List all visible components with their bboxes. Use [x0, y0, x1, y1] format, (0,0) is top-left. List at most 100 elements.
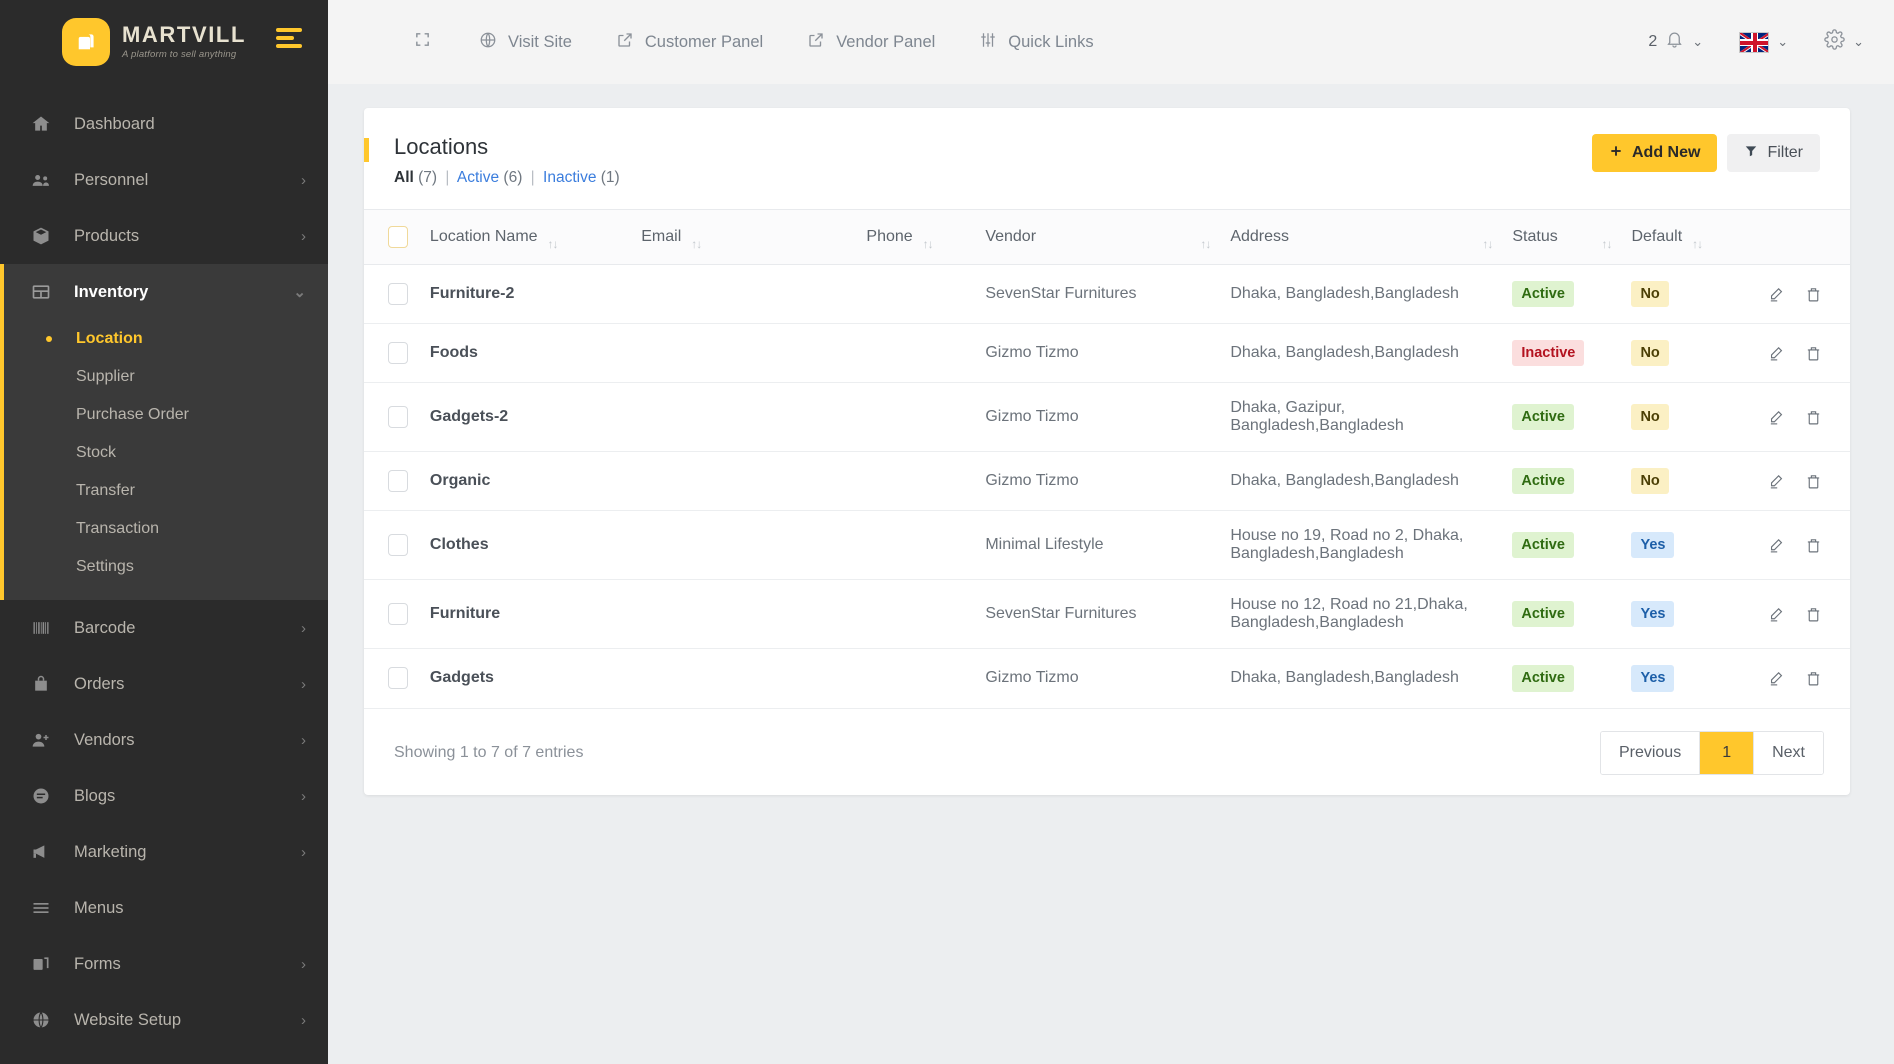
sidebar-item-settings[interactable]: Settings	[4, 548, 328, 586]
pencil-icon[interactable]	[1768, 345, 1785, 362]
sidebar-item-transaction[interactable]: Transaction	[4, 510, 328, 548]
th-phone[interactable]: Phone ↑↓	[856, 210, 975, 265]
trash-icon[interactable]	[1805, 606, 1822, 623]
sort-updown-icon[interactable]: ↑↓	[1200, 238, 1210, 250]
table-row[interactable]: Furniture-2 SevenStar Furnitures Dhaka, …	[364, 265, 1850, 324]
add-new-button[interactable]: Add New	[1592, 134, 1717, 172]
topbar-link-vendor-panel[interactable]: Vendor Panel	[807, 31, 935, 54]
sort-updown-icon[interactable]: ↑↓	[923, 238, 933, 250]
settings-menu[interactable]: ⌄	[1824, 29, 1864, 55]
sidebar-item-menus[interactable]: Menus	[0, 880, 328, 936]
trash-icon[interactable]	[1805, 473, 1822, 490]
sidebar-item-blogs[interactable]: Blogs ›	[0, 768, 328, 824]
cell-actions	[1741, 511, 1851, 580]
row-select-cell	[364, 265, 420, 324]
sidebar-subitem-label: Transfer	[76, 482, 135, 500]
sidebar-collapse-icon[interactable]	[276, 28, 302, 48]
sidebar-item-dashboard[interactable]: Dashboard	[0, 96, 328, 152]
row-checkbox[interactable]	[388, 342, 408, 364]
topbar-link-visit-site[interactable]: Visit Site	[479, 31, 572, 54]
sidebar-item-location[interactable]: Location	[4, 320, 328, 358]
filter-button[interactable]: Filter	[1727, 134, 1820, 172]
sidebar-subitem-label: Settings	[76, 558, 134, 576]
sort-updown-icon[interactable]: ↑↓	[1692, 238, 1702, 250]
row-checkbox[interactable]	[388, 603, 408, 625]
fullscreen-toggle[interactable]	[414, 31, 431, 53]
filter-active[interactable]: Active	[457, 169, 499, 186]
trash-icon[interactable]	[1805, 286, 1822, 303]
th-email[interactable]: Email ↑↓	[631, 210, 856, 265]
pencil-icon[interactable]	[1768, 606, 1785, 623]
row-checkbox[interactable]	[388, 283, 408, 305]
sidebar-item-inventory[interactable]: Inventory ⌄	[4, 264, 328, 320]
sidebar-item-forms[interactable]: Forms ›	[0, 936, 328, 992]
notifications-button[interactable]: 2 ⌄	[1648, 30, 1703, 54]
sidebar-item-orders[interactable]: Orders ›	[0, 656, 328, 712]
trash-icon[interactable]	[1805, 345, 1822, 362]
sort-updown-icon[interactable]: ↑↓	[548, 238, 558, 250]
table-row[interactable]: Gadgets-2 Gizmo Tizmo Dhaka, Gazipur, Ba…	[364, 383, 1850, 452]
th-address[interactable]: Address ↑↓	[1220, 210, 1502, 265]
pencil-icon[interactable]	[1768, 670, 1785, 687]
globe-icon	[479, 31, 497, 54]
th-label: Email	[641, 228, 681, 246]
cell-vendor: Gizmo Tizmo	[975, 649, 1220, 708]
sidebar-item-website-setup[interactable]: Website Setup ›	[0, 992, 328, 1048]
cell-address: Dhaka, Gazipur, Bangladesh,Bangladesh	[1220, 383, 1502, 452]
cell-actions	[1741, 580, 1851, 649]
cell-vendor: Minimal Lifestyle	[975, 511, 1220, 580]
row-checkbox[interactable]	[388, 470, 408, 492]
filter-inactive[interactable]: Inactive	[543, 169, 596, 186]
pencil-icon[interactable]	[1768, 409, 1785, 426]
select-all-checkbox[interactable]	[388, 226, 408, 248]
trash-icon[interactable]	[1805, 409, 1822, 426]
sidebar-item-stock[interactable]: Stock	[4, 434, 328, 472]
sort-updown-icon[interactable]: ↑↓	[1482, 238, 1492, 250]
table-row[interactable]: Clothes Minimal Lifestyle House no 19, R…	[364, 511, 1850, 580]
blog-icon	[28, 786, 54, 806]
pencil-icon[interactable]	[1768, 473, 1785, 490]
th-location-name[interactable]: Location Name ↑↓	[420, 210, 631, 265]
table-row[interactable]: Organic Gizmo Tizmo Dhaka, Bangladesh,Ba…	[364, 452, 1850, 511]
sidebar-item-transfer[interactable]: Transfer	[4, 472, 328, 510]
sidebar-item-marketing[interactable]: Marketing ›	[0, 824, 328, 880]
th-status[interactable]: Status ↑↓	[1502, 210, 1621, 265]
cell-default: Yes	[1621, 511, 1740, 580]
sidebar: MARTVILL A platform to sell anything Das…	[0, 0, 328, 1064]
row-checkbox[interactable]	[388, 534, 408, 556]
sidebar-item-purchase-order[interactable]: Purchase Order	[4, 396, 328, 434]
cell-email	[631, 580, 856, 649]
table-row[interactable]: Furniture SevenStar Furnitures House no …	[364, 580, 1850, 649]
cell-email	[631, 383, 856, 452]
sidebar-item-products[interactable]: Products ›	[0, 208, 328, 264]
sort-updown-icon[interactable]: ↑↓	[691, 238, 701, 250]
row-checkbox[interactable]	[388, 406, 408, 428]
pagination-previous[interactable]: Previous	[1601, 732, 1700, 774]
topbar-link-quick-links[interactable]: Quick Links	[979, 31, 1093, 54]
cell-status: Active	[1502, 265, 1621, 324]
table-row[interactable]: Gadgets Gizmo Tizmo Dhaka, Bangladesh,Ba…	[364, 649, 1850, 708]
sidebar-item-barcode[interactable]: Barcode ›	[0, 600, 328, 656]
th-default[interactable]: Default ↑↓	[1621, 210, 1740, 265]
cell-email	[631, 649, 856, 708]
sidebar-item-personnel[interactable]: Personnel ›	[0, 152, 328, 208]
brand-tagline: A platform to sell anything	[122, 50, 246, 60]
filter-all[interactable]: All	[394, 169, 414, 186]
cell-status: Active	[1502, 580, 1621, 649]
topbar-link-customer-panel[interactable]: Customer Panel	[616, 31, 763, 54]
chevron-down-icon: ⌄	[293, 283, 306, 301]
trash-icon[interactable]	[1805, 670, 1822, 687]
sidebar-item-supplier[interactable]: Supplier	[4, 358, 328, 396]
pagination-next[interactable]: Next	[1754, 732, 1823, 774]
trash-icon[interactable]	[1805, 537, 1822, 554]
pagination-page-1[interactable]: 1	[1700, 732, 1754, 774]
sort-updown-icon[interactable]: ↑↓	[1601, 238, 1611, 250]
language-selector[interactable]: ⌄	[1739, 32, 1788, 53]
pagination: Previous 1 Next	[1600, 731, 1824, 775]
pencil-icon[interactable]	[1768, 537, 1785, 554]
pencil-icon[interactable]	[1768, 286, 1785, 303]
th-vendor[interactable]: Vendor ↑↓	[975, 210, 1220, 265]
table-row[interactable]: Foods Gizmo Tizmo Dhaka, Bangladesh,Bang…	[364, 324, 1850, 383]
sidebar-item-vendors[interactable]: Vendors ›	[0, 712, 328, 768]
row-checkbox[interactable]	[388, 667, 408, 689]
